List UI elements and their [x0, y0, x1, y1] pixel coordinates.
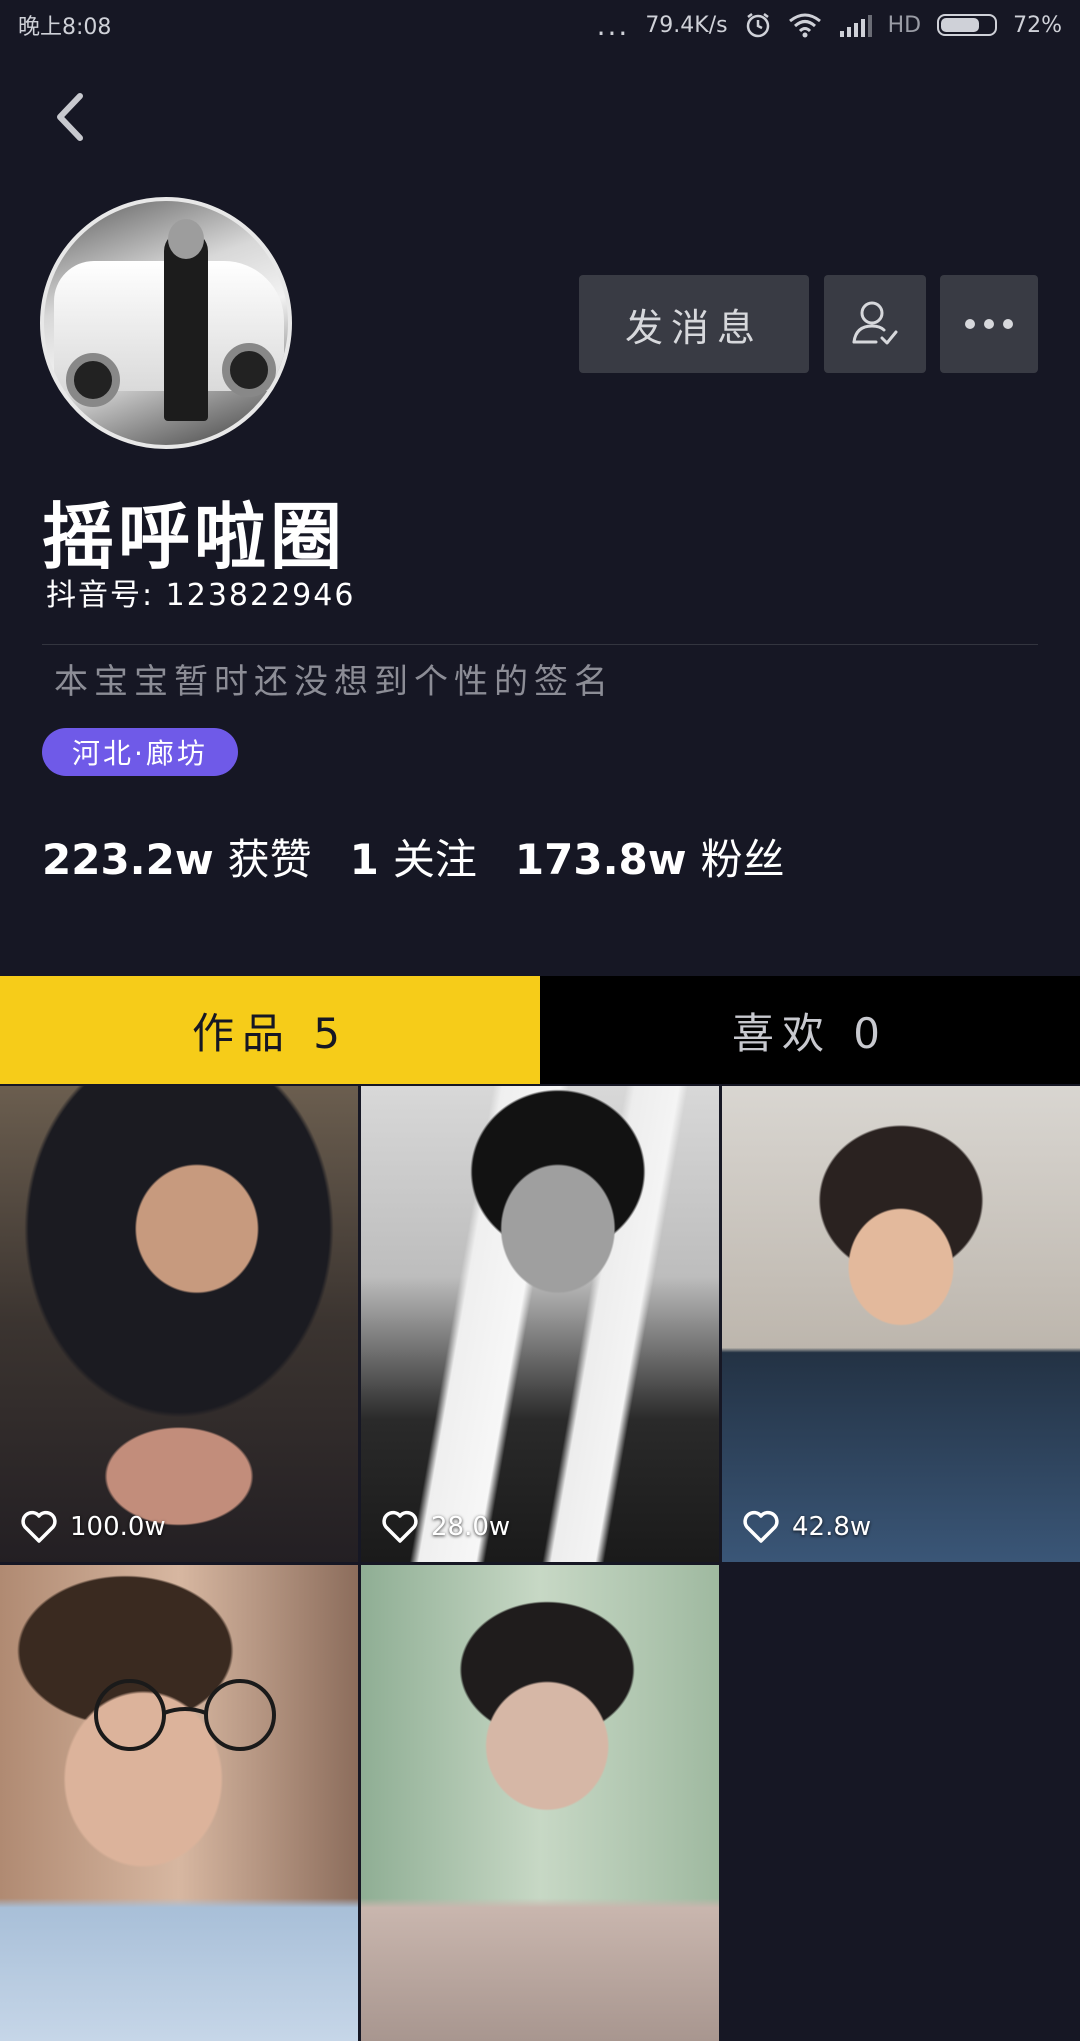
tab-works[interactable]: 作品 5: [0, 976, 540, 1084]
likes-label: 获赞: [227, 835, 312, 884]
douyin-id: 抖音号: 123822946: [46, 578, 356, 613]
hd-label: HD: [887, 12, 922, 38]
back-button[interactable]: [40, 82, 100, 152]
video-likes: 28.0w: [381, 1510, 510, 1544]
avatar[interactable]: [40, 197, 292, 449]
likes-count: 223.2w: [42, 835, 214, 884]
video-likes-count: 42.8w: [792, 1512, 872, 1542]
status-time: 晚上8:08: [18, 15, 112, 40]
glasses-sticker: [94, 1679, 276, 1751]
heart-icon: [382, 1510, 418, 1543]
more-dots-icon: [965, 319, 1013, 329]
video-thumbnail[interactable]: 42.8w: [722, 1086, 1080, 1562]
video-likes: 42.8w: [742, 1510, 871, 1544]
heart-icon: [743, 1510, 779, 1543]
video-likes: 100.0w: [20, 1510, 166, 1544]
following-count: 1: [349, 835, 379, 884]
video-thumbnail[interactable]: [0, 1565, 358, 2041]
send-message-button[interactable]: 发消息: [579, 275, 809, 373]
heart-icon: [21, 1510, 57, 1543]
following-label: 关注: [392, 835, 477, 884]
profile-stats: 223.2w 获赞 1 关注 173.8w 粉丝: [42, 826, 823, 887]
signal-icon: [838, 13, 872, 37]
tab-liked-label: 喜欢 0: [731, 1008, 889, 1058]
video-cover: [0, 1086, 358, 1562]
video-grid: 100.0w 28.0w 42.8w: [0, 1086, 1080, 2041]
signature: 本宝宝暂时还没想到个性的签名: [54, 662, 614, 702]
tab-liked[interactable]: 喜欢 0: [540, 976, 1080, 1084]
network-speed: 79.4K/s: [645, 12, 728, 38]
send-message-label: 发消息: [624, 305, 763, 350]
location-label: 河北·廊坊: [72, 737, 208, 770]
likes-stat: 223.2w 获赞: [42, 826, 312, 887]
wifi-icon: [788, 12, 822, 38]
alarm-icon: [744, 11, 772, 39]
video-cover: [361, 1086, 719, 1562]
following-stat[interactable]: 1 关注: [350, 826, 477, 887]
video-likes-count: 28.0w: [431, 1512, 511, 1542]
chevron-left-icon: [57, 93, 83, 141]
follow-button[interactable]: [824, 275, 926, 373]
followers-count: 173.8w: [514, 835, 687, 884]
video-likes-count: 100.0w: [70, 1512, 166, 1542]
video-thumbnail[interactable]: 28.0w: [361, 1086, 719, 1562]
nickname: 摇呼啦圈: [42, 495, 347, 579]
location-tag[interactable]: 河北·廊坊: [42, 728, 238, 776]
video-cover: [361, 1565, 719, 2041]
battery-icon: [937, 14, 998, 36]
content-tabs: 作品 5 喜欢 0: [0, 976, 1080, 1084]
status-bar: 晚上8:08 ... 79.4K/s HD 72%: [0, 0, 1080, 50]
user-check-icon: [852, 301, 898, 345]
video-cover: [0, 1565, 358, 2041]
status-icons: ... 79.4K/s HD 72%: [597, 9, 1062, 42]
battery-percent: 72%: [1013, 12, 1062, 38]
followers-stat[interactable]: 173.8w 粉丝: [515, 826, 785, 887]
video-thumbnail[interactable]: 100.0w: [0, 1086, 358, 1562]
video-cover: [722, 1086, 1080, 1562]
more-button[interactable]: [940, 275, 1038, 373]
status-dots: ...: [596, 8, 630, 42]
followers-label: 粉丝: [700, 835, 785, 884]
tab-works-label: 作品 5: [191, 1008, 349, 1058]
video-thumbnail[interactable]: [361, 1565, 719, 2041]
divider: [42, 644, 1038, 645]
